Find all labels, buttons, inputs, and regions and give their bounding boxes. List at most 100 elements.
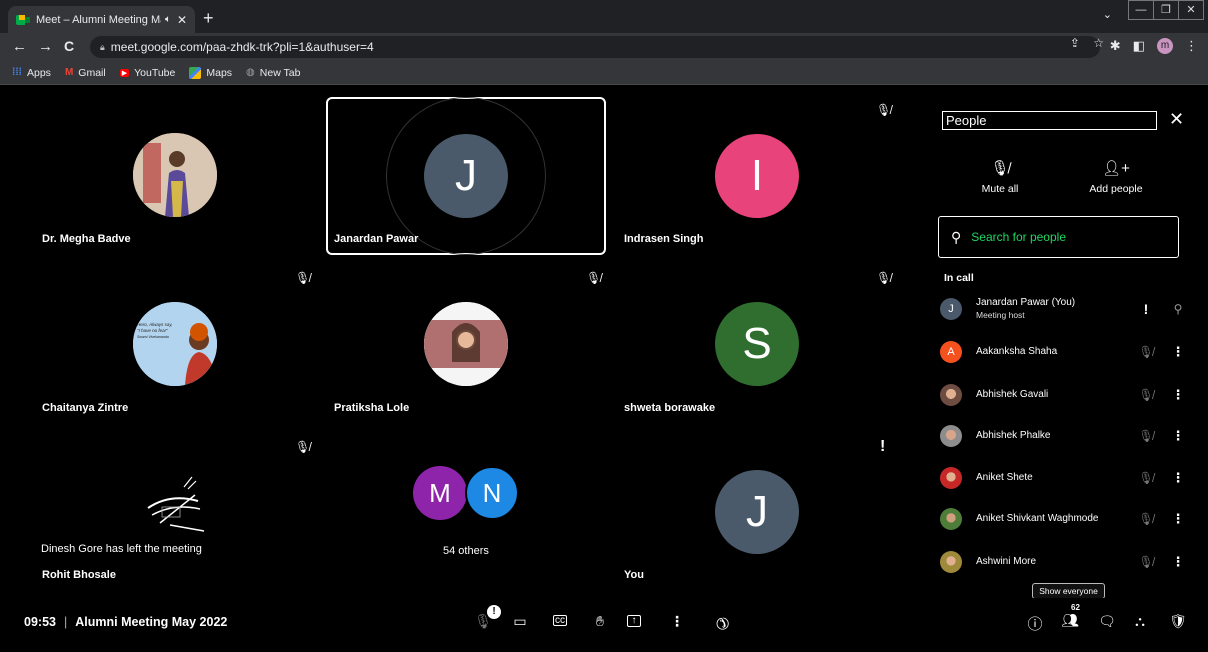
share-icon[interactable]: ⇪: [1070, 36, 1080, 50]
avatar: [940, 425, 962, 447]
mic-off-icon: 🎙︎̸: [586, 271, 602, 285]
participant-left-notice: Dinesh Gore has left the meeting: [41, 543, 202, 555]
info-icon[interactable]: ⓘ: [1025, 613, 1045, 634]
participant-row[interactable]: J Janardan Pawar (You) Meeting host ! ⚲: [940, 293, 1185, 325]
activities-icon[interactable]: ⛬: [1130, 613, 1150, 630]
mic-off-icon: 🎙︎̸: [295, 440, 311, 454]
mic-off-icon[interactable]: 🎙︎̸: [1135, 471, 1157, 485]
tile-name: Chaitanya Zintre: [42, 402, 129, 414]
close-tab-icon[interactable]: ✕: [177, 13, 187, 27]
avatar: [940, 384, 962, 406]
meeting-info: 09:53 | Alumni Meeting May 2022: [24, 615, 228, 629]
mic-off-icon: 🎙︎̸: [990, 160, 1010, 177]
participant-row[interactable]: Abhishek Phalke 🎙︎̸ ⋮: [940, 420, 1185, 452]
address-bar[interactable]: 🔒︎ meet.google.com/paa-zhdk-trk?pli=1&au…: [90, 36, 1100, 58]
new-tab-button[interactable]: +: [203, 8, 214, 29]
more-options-icon[interactable]: ⋮: [1171, 511, 1185, 527]
meet-favicon-icon: [16, 14, 30, 26]
forward-arrow-icon[interactable]: →: [38, 38, 53, 55]
panel-title: People: [942, 111, 1157, 130]
mic-off-icon[interactable]: 🎙︎̸: [1135, 388, 1157, 402]
reload-icon[interactable]: C: [64, 38, 74, 54]
bookmark-new-tab[interactable]: ◍ New Tab: [246, 67, 300, 79]
more-options-icon[interactable]: ⋮: [1171, 554, 1185, 570]
chat-icon[interactable]: 🗨︎: [1097, 613, 1117, 630]
people-count-badge: 62: [1071, 603, 1080, 612]
more-options-icon[interactable]: ⋮: [1171, 344, 1185, 360]
bookmark-youtube[interactable]: ▶ YouTube: [119, 67, 175, 79]
search-icon: ⚲: [951, 228, 962, 245]
leave-call-button[interactable]: ✆: [708, 609, 736, 637]
browser-tab[interactable]: Meet – Alumni Meeting May 🔈︎ ✕: [8, 6, 195, 33]
url-text: meet.google.com/paa-zhdk-trk?pli=1&authu…: [110, 40, 374, 54]
more-options-icon[interactable]: ⋮: [1171, 387, 1185, 403]
globe-icon: ◍: [246, 67, 255, 78]
others-avatar-m: M: [413, 466, 467, 520]
mic-off-icon[interactable]: 🎙︎̸: [1135, 512, 1157, 526]
participant-avatar-indrasen: I: [715, 134, 799, 218]
captions-button[interactable]: cc: [553, 615, 567, 626]
close-panel-icon[interactable]: ✕: [1169, 109, 1184, 130]
mic-off-icon[interactable]: 🎙︎̸: [1135, 555, 1157, 569]
participant-row[interactable]: Abhishek Gavali 🎙︎̸ ⋮: [940, 379, 1185, 411]
profile-avatar[interactable]: m: [1157, 38, 1173, 54]
pin-icon[interactable]: ⚲: [1171, 302, 1185, 316]
participant-row[interactable]: Aniket Shivkant Waghmode 🎙︎̸ ⋮: [940, 503, 1185, 535]
alert-icon: !: [1143, 301, 1149, 317]
tab-title: Meet – Alumni Meeting May: [36, 13, 161, 26]
meeting-controls-bar: 09:53 | Alumni Meeting May 2022 🎙︎ ! ▭ cc …: [0, 598, 1208, 652]
tile-name: Janardan Pawar: [334, 233, 419, 245]
speaker-icon[interactable]: 🔈︎: [165, 14, 171, 25]
add-people-button[interactable]: 👤︎+ Add people: [1080, 159, 1152, 195]
others-count-label[interactable]: 54 others: [443, 545, 489, 557]
browser-menu-icon[interactable]: ⋮: [1185, 38, 1198, 54]
restore-button[interactable]: ❐: [1153, 0, 1179, 20]
participant-row[interactable]: A Aakanksha Shaha 🎙︎̸ ⋮: [940, 336, 1185, 368]
people-icon[interactable]: 👥︎: [1060, 612, 1080, 629]
meeting-name: Alumni Meeting May 2022: [75, 615, 228, 629]
alert-icon: !: [880, 438, 886, 455]
tile-name: You: [624, 569, 644, 581]
people-panel: People ✕ 🎙︎̸ Mute all 👤︎+ Add people ⚲ S…: [928, 97, 1198, 597]
mic-off-icon: 🎙︎̸: [876, 271, 892, 285]
side-panel-icon[interactable]: ◧: [1133, 38, 1145, 54]
apps-grid-icon: ⁞⁞⁞: [12, 67, 22, 78]
bookmark-gmail[interactable]: M Gmail: [65, 67, 106, 79]
participant-row[interactable]: Ashwini More 🎙︎̸ ⋮: [940, 546, 1185, 578]
minimize-button[interactable]: —: [1128, 0, 1154, 20]
bookmark-maps[interactable]: Maps: [189, 66, 232, 79]
close-window-button[interactable]: ✕: [1178, 0, 1204, 20]
camera-button[interactable]: ▭: [510, 613, 530, 630]
tab-search-chevron-icon[interactable]: ⌄: [1103, 8, 1112, 21]
mic-off-icon[interactable]: 🎙︎̸: [1135, 429, 1157, 443]
participant-row[interactable]: Aniket Shete 🎙︎̸ ⋮: [940, 462, 1185, 494]
more-options-icon[interactable]: ⋮: [1171, 470, 1185, 486]
host-controls-icon[interactable]: 🛡︎: [1168, 613, 1188, 630]
more-options-icon[interactable]: ⋮: [1171, 428, 1185, 444]
participant-photo-pratiksha: [424, 302, 508, 386]
search-people-input[interactable]: ⚲ Search for people: [938, 216, 1179, 258]
participant-avatar-you: J: [715, 470, 799, 554]
participant-photo-chaitanya: Hero, Always say, "I have no fear" Swami…: [133, 302, 217, 386]
others-avatar-n: N: [465, 466, 519, 520]
participant-avatar-shweta: S: [715, 302, 799, 386]
add-person-icon: 👤︎+: [1102, 160, 1130, 177]
mic-off-icon[interactable]: 🎙︎̸: [1135, 345, 1157, 359]
present-screen-button[interactable]: ↑: [627, 615, 641, 627]
more-options-button[interactable]: ⋮: [667, 613, 687, 630]
extensions-icon[interactable]: ✱: [1110, 38, 1121, 54]
clock-time: 09:53: [24, 615, 56, 629]
youtube-icon: ▶: [119, 68, 130, 77]
avatar: [940, 467, 962, 489]
raise-hand-button[interactable]: ✋︎: [590, 613, 610, 630]
tile-name: Indrasen Singh: [624, 233, 704, 245]
back-arrow-icon[interactable]: ←: [12, 38, 27, 55]
bookmark-apps[interactable]: ⁞⁞⁞ Apps: [12, 67, 51, 79]
browser-toolbar: ← → C 🔒︎ meet.google.com/paa-zhdk-trk?pl…: [0, 33, 1208, 61]
mic-off-icon: 🎙︎̸: [295, 271, 311, 285]
lock-icon: 🔒︎: [100, 41, 105, 52]
mute-all-button[interactable]: 🎙︎̸ Mute all: [968, 159, 1032, 195]
participant-logo-rohit: [140, 473, 210, 533]
participant-photo-megha: [133, 133, 217, 217]
avatar: [940, 508, 962, 530]
